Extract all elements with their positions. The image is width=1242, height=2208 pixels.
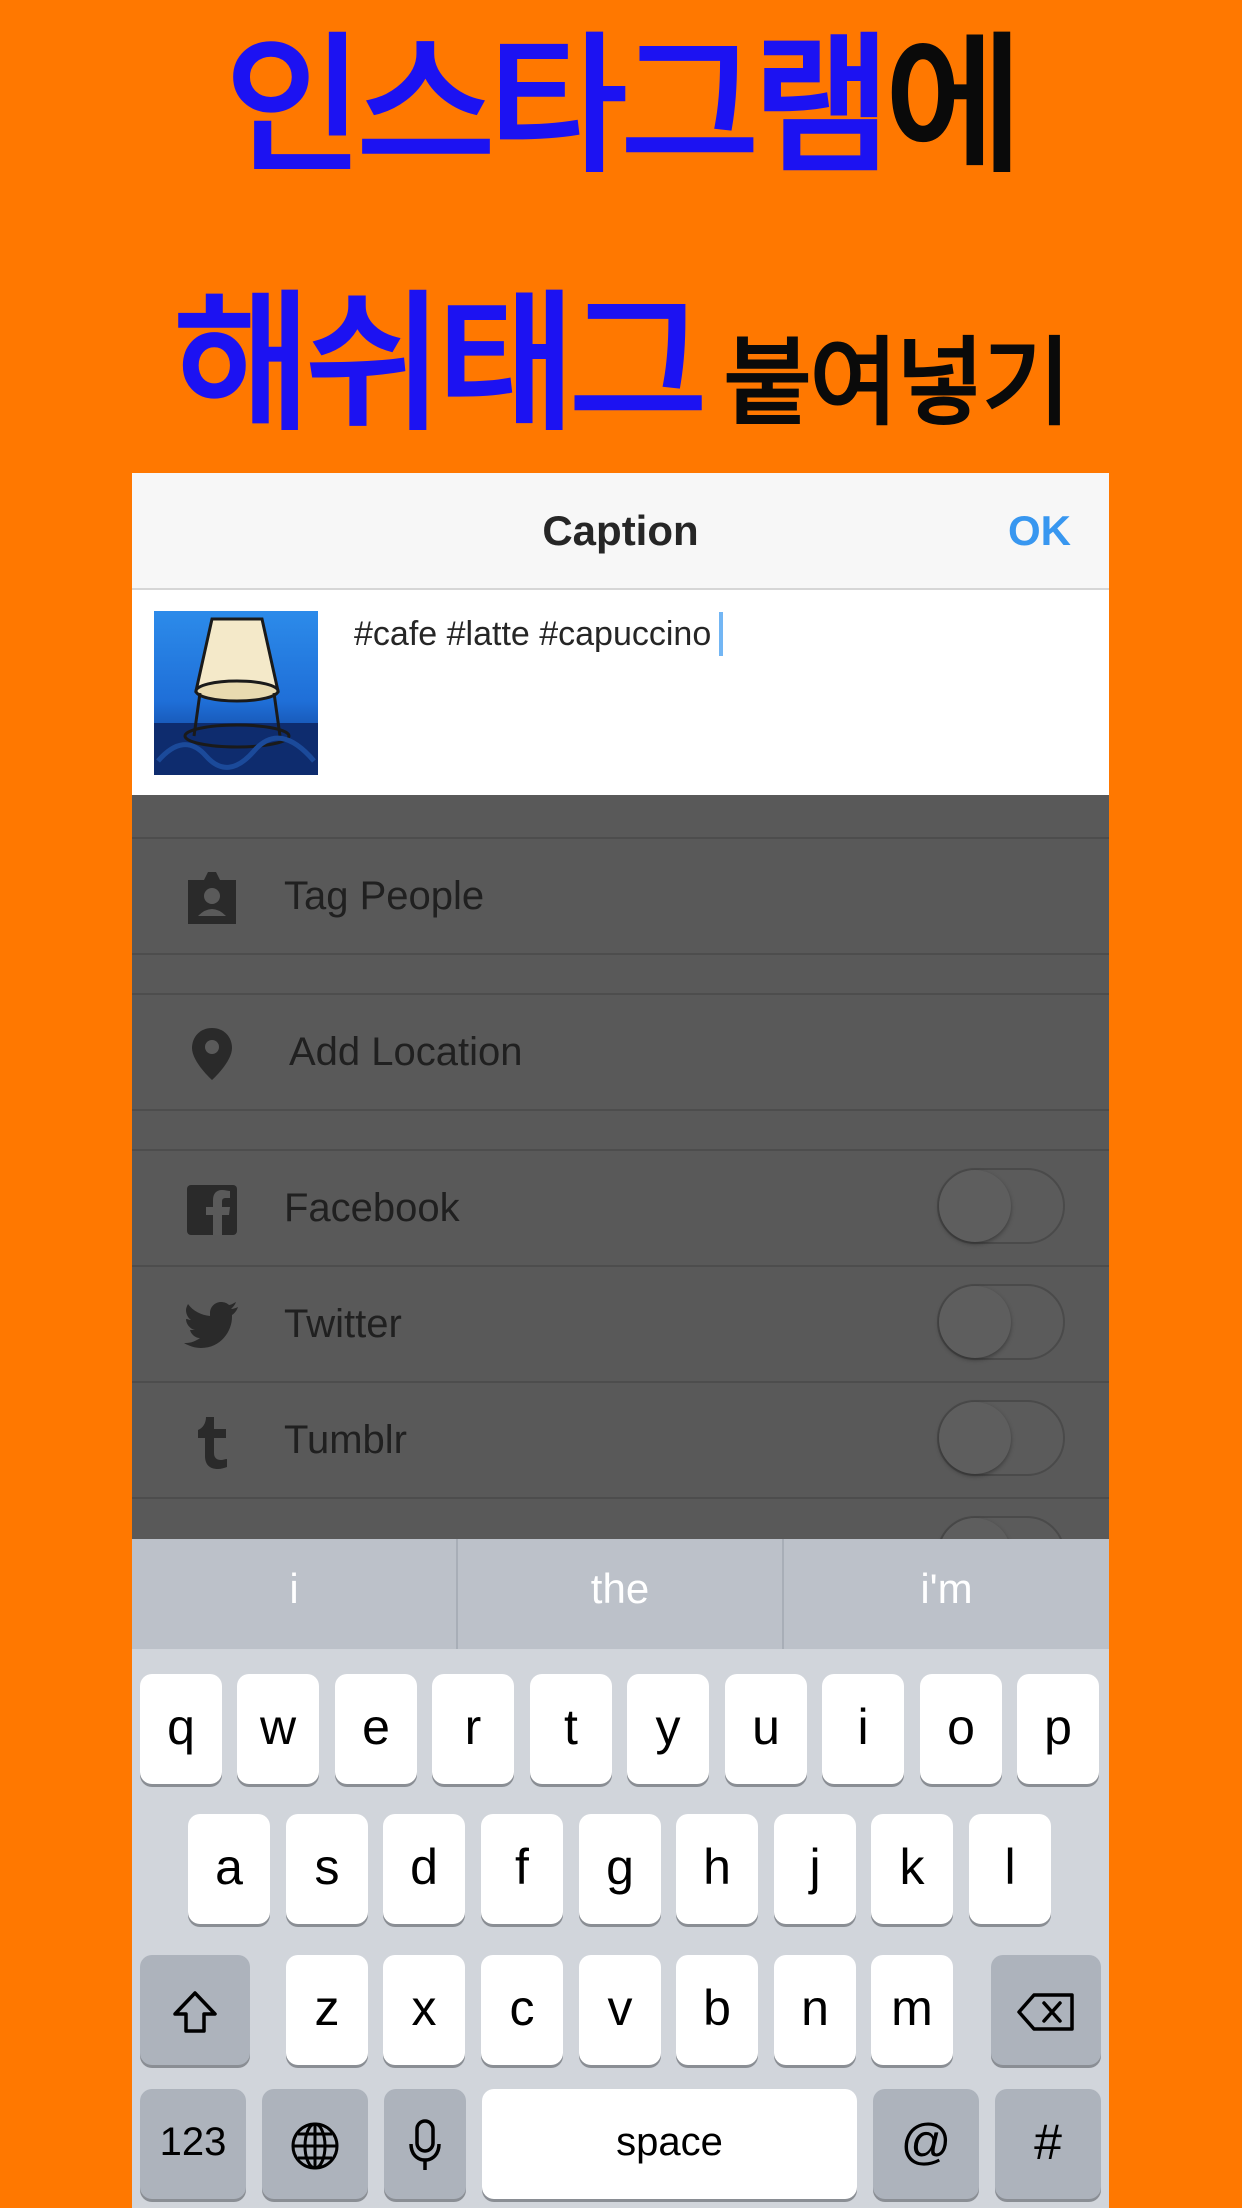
key-m[interactable]: m [871, 1955, 953, 2065]
photo-thumbnail [154, 611, 318, 775]
key-k[interactable]: k [871, 1814, 953, 1924]
caption-nav-bar: Caption OK [132, 473, 1109, 590]
key-c[interactable]: c [481, 1955, 563, 2065]
numbers-key[interactable]: 123 [140, 2089, 246, 2199]
toggle-knob [939, 1286, 1011, 1358]
tumblr-row: Tumblr [132, 1383, 1109, 1497]
add-location-row[interactable]: Add Location [132, 995, 1109, 1109]
globe-icon [291, 2122, 339, 2170]
caption-area: #cafe #latte #capuccino [132, 590, 1109, 795]
facebook-row: Facebook [132, 1151, 1109, 1265]
key-i[interactable]: i [822, 1674, 904, 1784]
key-p[interactable]: p [1017, 1674, 1099, 1784]
facebook-label: Facebook [284, 1186, 460, 1230]
facebook-icon [182, 1180, 242, 1240]
backspace-icon [1017, 1993, 1074, 2031]
headline-line-2-black: 붙여넣기 [723, 327, 1070, 439]
key-o[interactable]: o [920, 1674, 1002, 1784]
twitter-label: Twitter [284, 1302, 402, 1346]
phone-screen: Caption OK #cafe #latte #capuccino Tag P… [132, 473, 1109, 2208]
person-badge-icon [182, 868, 242, 928]
tag-people-label: Tag People [284, 874, 485, 918]
key-g[interactable]: g [579, 1814, 661, 1924]
headline-line-1-blue: 인스타그램 [224, 20, 891, 194]
headline-line-1: 인스타그램에 [0, 22, 1242, 192]
key-f[interactable]: f [481, 1814, 563, 1924]
hash-key[interactable]: # [995, 2089, 1101, 2199]
tumblr-icon [182, 1412, 242, 1472]
backspace-key[interactable] [991, 1955, 1101, 2065]
headline-line-1-black: 에 [885, 20, 1023, 194]
separator [132, 953, 1109, 955]
suggestion-2[interactable]: the [458, 1539, 782, 1649]
suggestion-1[interactable]: i [132, 1539, 456, 1649]
twitter-row: Twitter [132, 1267, 1109, 1381]
key-h[interactable]: h [676, 1814, 758, 1924]
headline-line-2-blue: 해쉬태그 [173, 278, 707, 452]
tumblr-label: Tumblr [284, 1418, 407, 1462]
key-n[interactable]: n [774, 1955, 856, 2065]
key-v[interactable]: v [579, 1955, 661, 2065]
key-q[interactable]: q [140, 1674, 222, 1784]
key-d[interactable]: d [383, 1814, 465, 1924]
mic-key[interactable] [384, 2089, 466, 2199]
text-cursor [719, 612, 724, 656]
microphone-icon [409, 2119, 441, 2170]
key-s[interactable]: s [286, 1814, 368, 1924]
toggle-knob [939, 1170, 1011, 1242]
key-y[interactable]: y [627, 1674, 709, 1784]
key-l[interactable]: l [969, 1814, 1051, 1924]
add-location-label: Add Location [289, 1030, 523, 1074]
space-key[interactable]: space [482, 2089, 857, 2199]
shift-key[interactable] [140, 1955, 250, 2065]
keyboard: i the i'm q w e r t y u i o p a s d f g … [132, 1539, 1109, 2208]
facebook-toggle[interactable] [937, 1168, 1065, 1244]
toggle-knob [939, 1402, 1011, 1474]
headline-line-2: 해쉬태그 붙여넣기 [0, 280, 1242, 450]
key-a[interactable]: a [188, 1814, 270, 1924]
key-x[interactable]: x [383, 1955, 465, 2065]
tumblr-toggle[interactable] [937, 1400, 1065, 1476]
suggestion-bar: i the i'm [132, 1539, 1109, 1649]
key-e[interactable]: e [335, 1674, 417, 1784]
key-r[interactable]: r [432, 1674, 514, 1784]
key-u[interactable]: u [725, 1674, 807, 1784]
location-pin-icon [182, 1024, 242, 1084]
tag-people-row[interactable]: Tag People [132, 839, 1109, 953]
ok-button[interactable]: OK [1008, 473, 1071, 588]
nav-title: Caption [542, 507, 699, 554]
suggestion-3[interactable]: i'm [784, 1539, 1109, 1649]
at-key[interactable]: @ [873, 2089, 979, 2199]
separator [132, 1109, 1109, 1111]
key-j[interactable]: j [774, 1814, 856, 1924]
key-t[interactable]: t [530, 1674, 612, 1784]
caption-input[interactable]: #cafe #latte #capuccino [354, 612, 724, 656]
key-z[interactable]: z [286, 1955, 368, 2065]
shift-icon [173, 1991, 217, 2033]
key-w[interactable]: w [237, 1674, 319, 1784]
twitter-toggle[interactable] [937, 1284, 1065, 1360]
caption-text: #cafe #latte #capuccino [354, 615, 712, 653]
key-b[interactable]: b [676, 1955, 758, 2065]
globe-key[interactable] [262, 2089, 368, 2199]
twitter-icon [182, 1296, 242, 1356]
